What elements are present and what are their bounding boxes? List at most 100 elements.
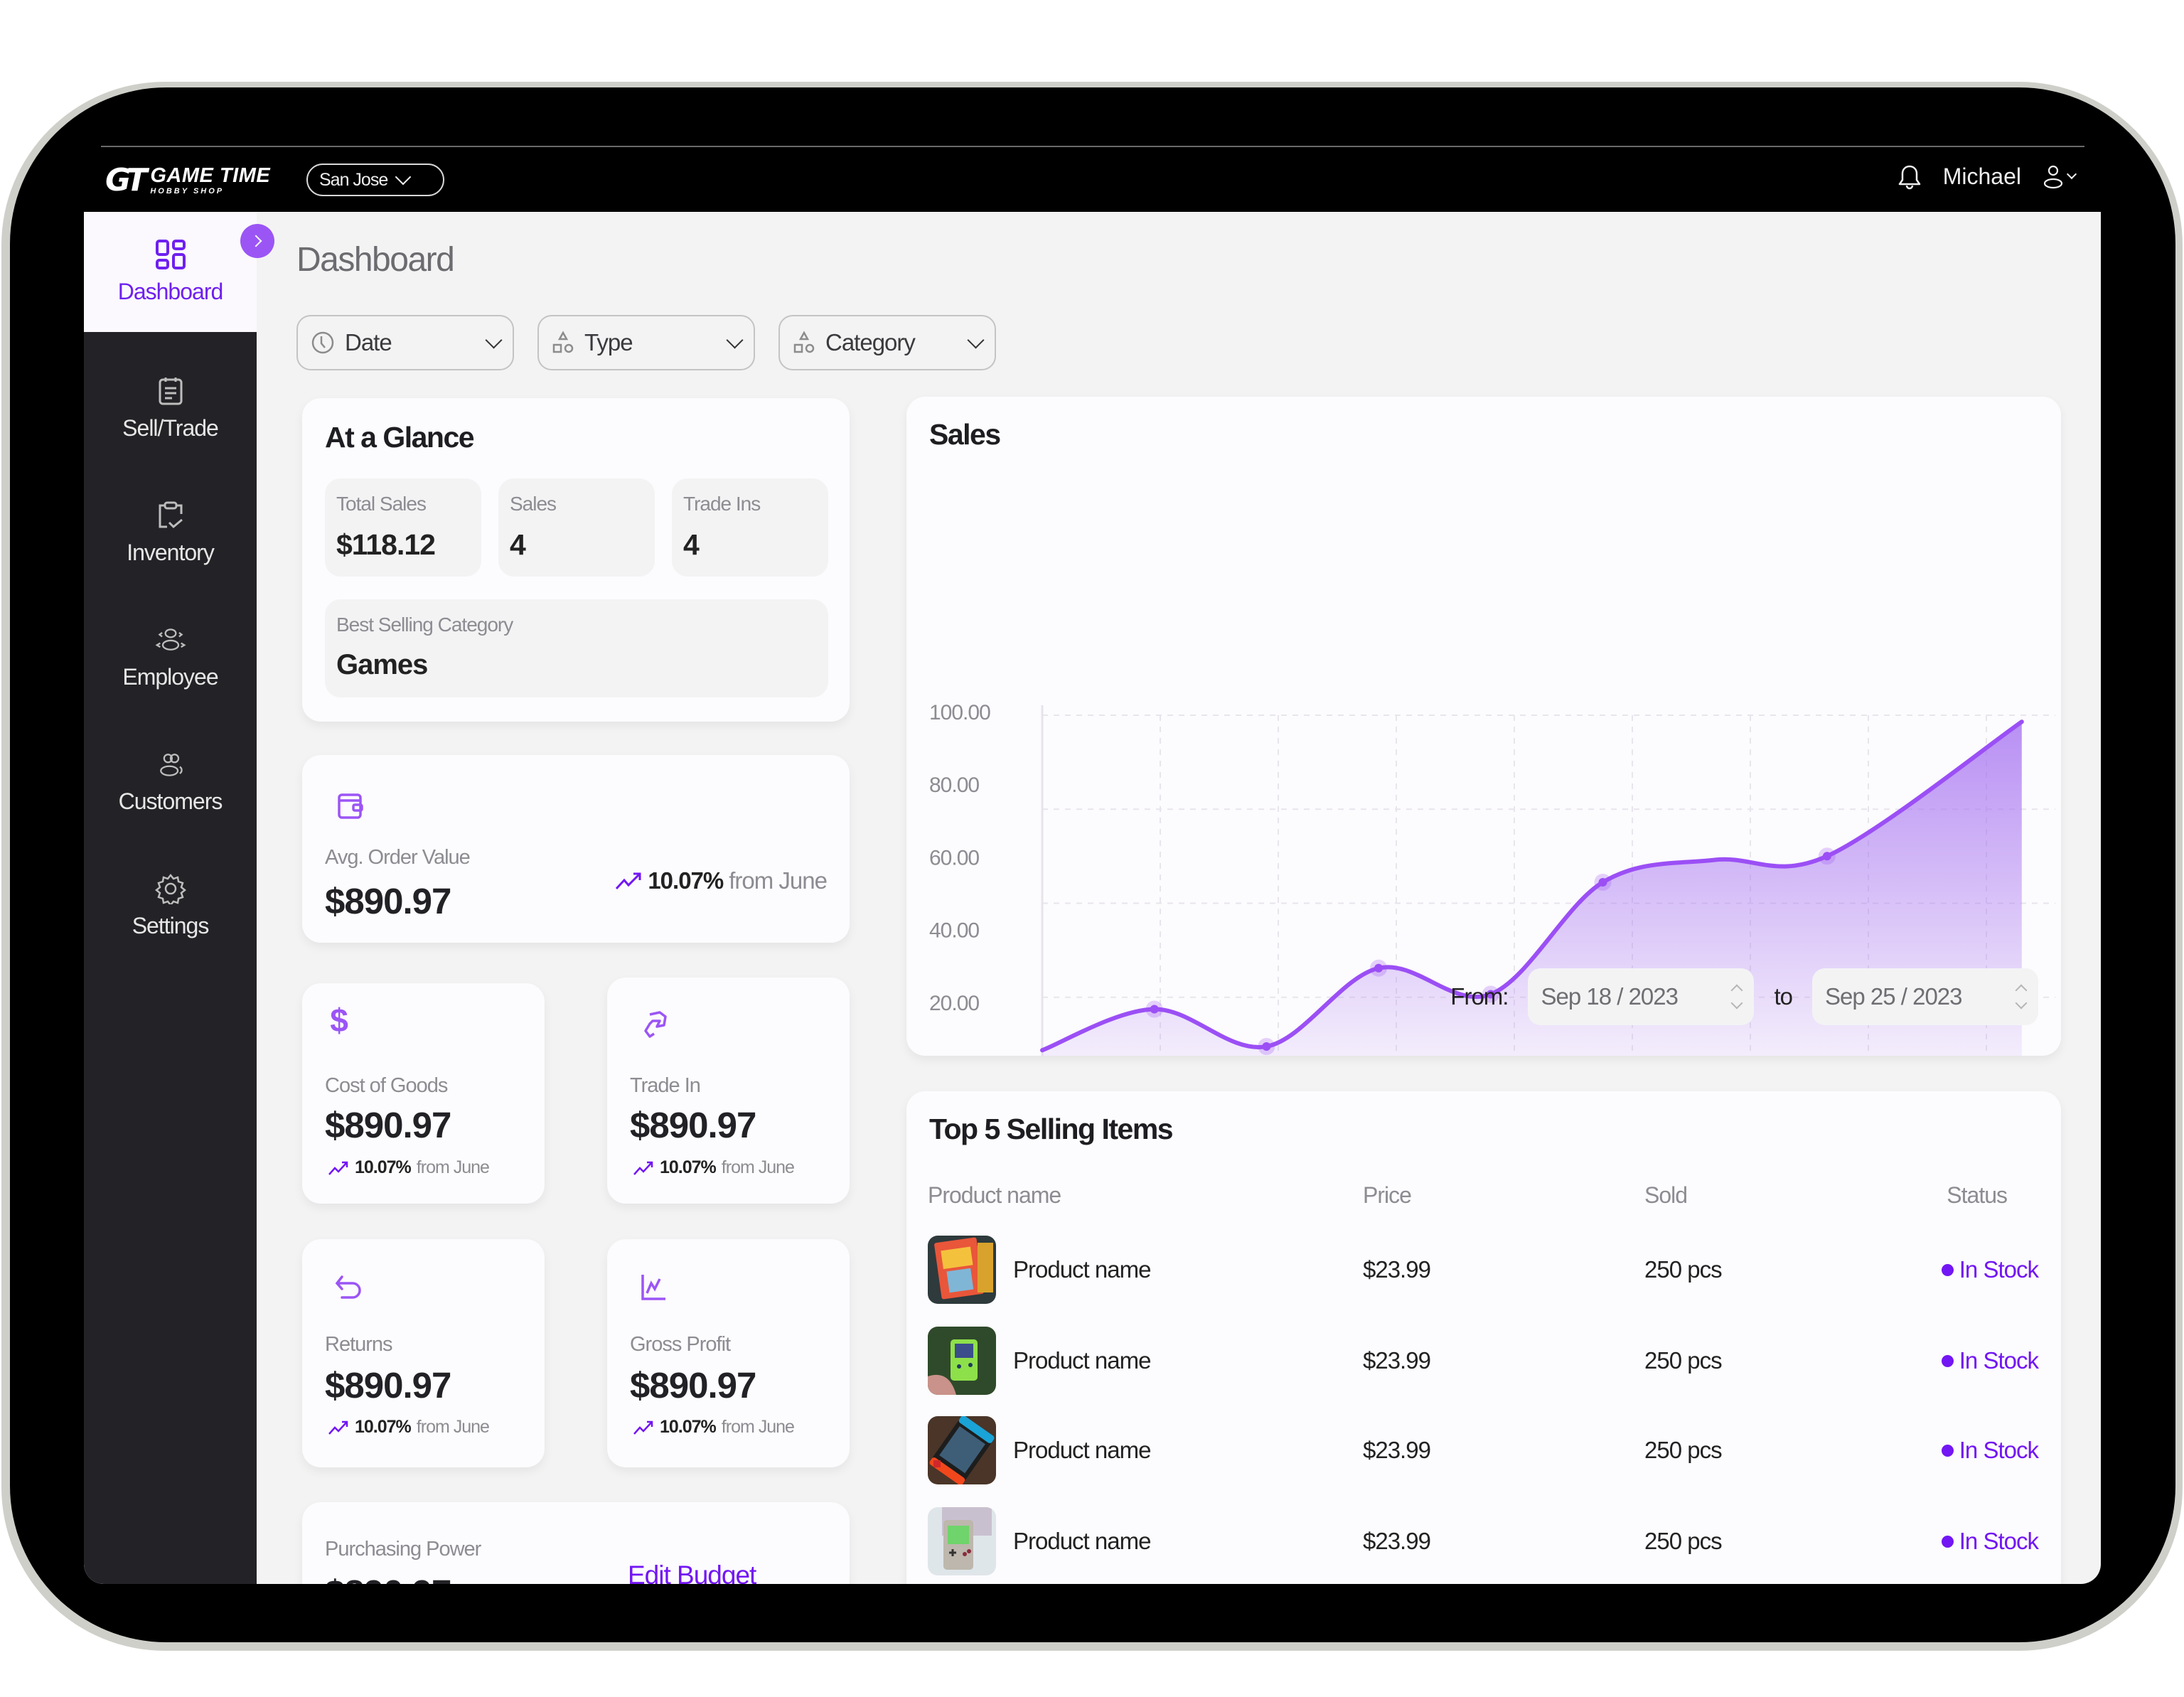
tile-label: Trade Ins bbox=[683, 493, 761, 515]
stat-value: $890.97 bbox=[325, 1572, 451, 1584]
sidebar-item-inventory[interactable]: Inventory bbox=[84, 500, 257, 566]
status-badge: In Stock bbox=[1941, 1528, 2039, 1555]
stat-value: $890.97 bbox=[630, 1105, 756, 1145]
trend-up-icon bbox=[616, 872, 641, 890]
sidebar-item-sell-trade[interactable]: Sell/Trade bbox=[84, 375, 257, 441]
trend-percent: 10.07% bbox=[660, 1157, 717, 1177]
employee-group-icon bbox=[155, 624, 186, 655]
status-badge: In Stock bbox=[1941, 1347, 2039, 1374]
card-title: Top 5 Selling Items bbox=[929, 1113, 1174, 1145]
sidebar-item-settings[interactable]: Settings bbox=[84, 873, 257, 939]
returns-card: Returns $890.97 10.07% from June bbox=[302, 1239, 545, 1467]
trend-up-icon bbox=[633, 1420, 653, 1435]
to-date-input[interactable]: Sep 25 / 2023 bbox=[1812, 968, 2038, 1025]
tile-value: 4 bbox=[683, 528, 700, 561]
stepper-icon[interactable] bbox=[1730, 984, 1743, 1010]
chevron-down-icon bbox=[2066, 168, 2077, 179]
sales-count-tile: Sales 4 bbox=[498, 478, 655, 577]
sidebar-item-customers[interactable]: Customers bbox=[84, 749, 257, 815]
y-tick-label: 60.00 bbox=[929, 846, 979, 869]
page-title: Dashboard bbox=[296, 241, 455, 279]
stepper-icon[interactable] bbox=[2015, 984, 2028, 1010]
dollar-icon: $ bbox=[330, 1003, 348, 1037]
filter-label: Category bbox=[825, 329, 916, 355]
tile-value: $118.12 bbox=[336, 528, 436, 561]
status-text: In Stock bbox=[1959, 1437, 2039, 1463]
from-date-input[interactable]: Sep 18 / 2023 bbox=[1528, 968, 1755, 1025]
product-name: Product name bbox=[1013, 1347, 1151, 1374]
best-category-tile: Best Selling Category Games bbox=[325, 599, 828, 697]
edit-budget-link[interactable]: Edit Budget bbox=[628, 1561, 756, 1584]
sidebar-item-dashboard[interactable]: Dashboard bbox=[84, 212, 257, 332]
user-menu[interactable] bbox=[2043, 164, 2077, 190]
trend-indicator: 10.07% from June bbox=[615, 867, 828, 894]
sidebar-item-employee[interactable]: Employee bbox=[84, 624, 257, 690]
stat-label: Cost of Goods bbox=[325, 1074, 448, 1097]
column-header-sold: Sold bbox=[1644, 1182, 1688, 1208]
shapes-icon bbox=[552, 331, 574, 353]
stat-value: $890.97 bbox=[630, 1365, 756, 1406]
filter-type[interactable]: Type bbox=[537, 315, 755, 370]
chevron-down-icon bbox=[485, 331, 503, 349]
trade-handshake-icon bbox=[644, 1011, 667, 1038]
trend-up-icon bbox=[328, 1420, 348, 1435]
sidebar-item-label: Employee bbox=[122, 664, 218, 690]
product-sold: 250 pcs bbox=[1644, 1528, 1723, 1554]
filter-category[interactable]: Category bbox=[778, 315, 996, 370]
tile-value: 4 bbox=[510, 528, 526, 561]
status-text: In Stock bbox=[1959, 1347, 2039, 1374]
product-price: $23.99 bbox=[1363, 1256, 1431, 1283]
shapes-icon bbox=[793, 331, 815, 353]
sidebar-toggle-button[interactable] bbox=[240, 224, 274, 258]
user-name[interactable]: Michael bbox=[1943, 164, 2021, 190]
filter-label: Type bbox=[584, 329, 633, 355]
product-price: $23.99 bbox=[1363, 1528, 1431, 1554]
trade-in-card: Trade In $890.97 10.07% from June bbox=[607, 978, 850, 1204]
app-screen: Dashboard Sell/Trade Inventory Employee … bbox=[84, 212, 2101, 1584]
table-row[interactable]: Product name $23.99 250 pcs In Stock bbox=[928, 1416, 2039, 1484]
column-header-product: Product name bbox=[928, 1182, 1061, 1208]
stat-value: $890.97 bbox=[325, 1105, 451, 1145]
column-header-status: Status bbox=[1947, 1182, 2008, 1208]
product-name: Product name bbox=[1013, 1256, 1151, 1283]
cost-of-goods-card: $ Cost of Goods $890.97 10.07% from June bbox=[302, 983, 545, 1204]
tile-label: Total Sales bbox=[336, 493, 427, 515]
stat-label: Returns bbox=[325, 1333, 393, 1356]
chevron-down-icon bbox=[726, 331, 744, 349]
trend-period: from June bbox=[721, 1417, 795, 1437]
status-badge: In Stock bbox=[1941, 1437, 2039, 1464]
line-chart-icon bbox=[641, 1275, 665, 1300]
tile-label: Best Selling Category bbox=[336, 614, 513, 636]
trend-percent: 10.07% bbox=[355, 1157, 412, 1177]
to-date-value: Sep 25 / 2023 bbox=[1825, 983, 1963, 1010]
data-point bbox=[1598, 878, 1607, 887]
product-price: $23.99 bbox=[1363, 1347, 1431, 1374]
product-thumbnail-gpi-case bbox=[928, 1507, 996, 1575]
y-tick-label: 100.00 bbox=[929, 701, 990, 724]
top-items-card: Top 5 Selling Items Product name Price S… bbox=[906, 1091, 2061, 1584]
sidebar: Dashboard Sell/Trade Inventory Employee … bbox=[84, 212, 257, 1584]
trend-period: from June bbox=[416, 1417, 490, 1437]
store-selector[interactable]: San Jose bbox=[306, 164, 444, 196]
brand-subtitle: HOBBY SHOP bbox=[150, 186, 225, 196]
trend-percent: 10.07% bbox=[660, 1417, 717, 1437]
to-label: to bbox=[1774, 983, 1793, 1010]
data-point bbox=[1822, 852, 1831, 861]
clipboard-list-icon bbox=[155, 375, 186, 407]
status-badge: In Stock bbox=[1941, 1256, 2039, 1283]
trend-percent: 10.07% bbox=[355, 1417, 412, 1437]
table-row[interactable]: Product name $23.99 250 pcs In Stock bbox=[928, 1236, 2039, 1304]
gross-profit-card: Gross Profit $890.97 10.07% from June bbox=[607, 1239, 850, 1467]
brand-logo[interactable]: GT GAME TIME HOBBY SHOP bbox=[105, 162, 270, 198]
filter-date[interactable]: Date bbox=[296, 315, 514, 370]
from-label: From: bbox=[1450, 983, 1509, 1010]
tile-value: Games bbox=[336, 649, 428, 680]
product-price: $23.99 bbox=[1363, 1437, 1431, 1463]
trend-indicator: 10.07% from June bbox=[633, 1417, 795, 1438]
table-row[interactable]: Product name $23.99 250 pcs In Stock bbox=[928, 1507, 2039, 1575]
product-thumbnail-comic bbox=[928, 1236, 996, 1304]
stat-label: Purchasing Power bbox=[325, 1538, 481, 1561]
product-sold: 250 pcs bbox=[1644, 1256, 1723, 1283]
bell-icon[interactable] bbox=[1897, 164, 1922, 190]
table-row[interactable]: Product name $23.99 250 pcs In Stock bbox=[928, 1327, 2039, 1395]
